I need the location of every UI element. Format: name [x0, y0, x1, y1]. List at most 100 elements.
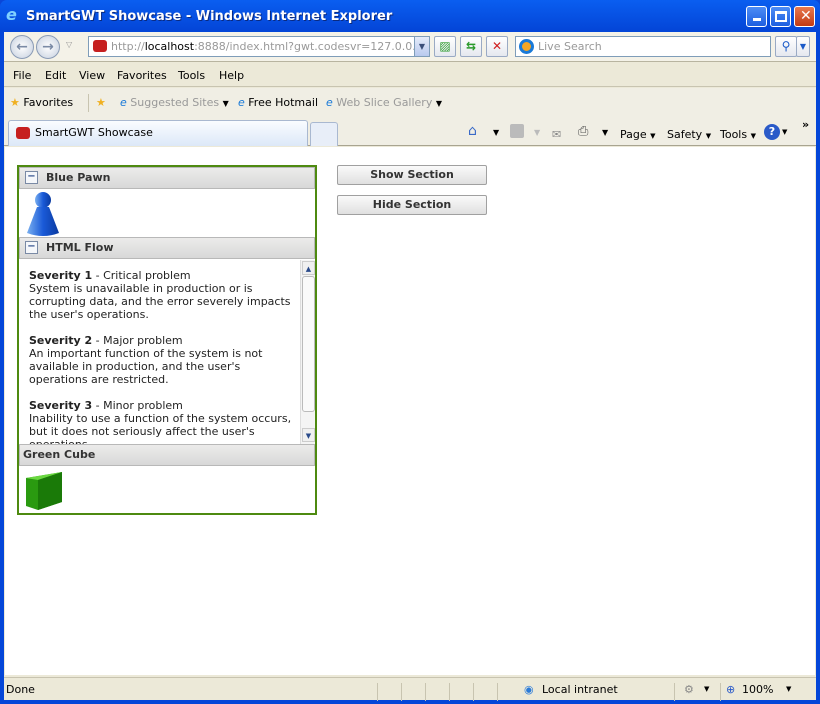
tab-smartgwt-showcase[interactable]: SmartGWT Showcase — [8, 120, 308, 146]
divider — [377, 683, 378, 701]
site-favicon-icon — [93, 40, 107, 52]
free-hotmail-link[interactable]: e Free Hotmail — [238, 96, 318, 109]
history-dropdown-icon[interactable]: ▽ — [66, 40, 72, 49]
zoom-level[interactable]: 100% — [742, 683, 773, 696]
read-mail-icon[interactable]: ✉ — [552, 128, 561, 141]
help-dropdown-icon[interactable]: ▼ — [782, 128, 787, 136]
divider — [449, 683, 450, 701]
page-label: Page — [620, 128, 647, 141]
address-host: localhost — [144, 40, 195, 53]
hide-section-button[interactable]: Hide Section — [337, 195, 487, 215]
severity-item: Severity 2 - Major problem An important f… — [29, 334, 299, 386]
compatibility-view-button[interactable]: ▨ — [434, 36, 456, 57]
maximize-button[interactable] — [770, 6, 791, 27]
print-dropdown-icon[interactable]: ▼ — [602, 128, 608, 137]
section-title: Blue Pawn — [46, 171, 111, 184]
menu-edit[interactable]: Edit — [45, 69, 66, 82]
back-button[interactable]: ← — [10, 35, 34, 59]
menu-favorites[interactable]: Favorites — [117, 69, 167, 82]
ie-logo-icon: e — [6, 5, 17, 24]
section-header-html-flow[interactable]: − HTML Flow — [19, 237, 315, 259]
status-text: Done — [6, 683, 35, 696]
scroll-up-button[interactable]: ▲ — [302, 261, 315, 275]
show-section-button[interactable]: Show Section — [337, 165, 487, 185]
page-menu[interactable]: Page ▼ — [620, 128, 656, 141]
free-hotmail-label: Free Hotmail — [248, 96, 319, 109]
divider — [425, 683, 426, 701]
browser-window: e SmartGWT Showcase - Windows Internet E… — [0, 0, 820, 704]
zoom-icon[interactable]: ⊕ — [726, 683, 735, 696]
severity-summary: - Minor problem — [92, 399, 183, 412]
suggested-sites-link[interactable]: e Suggested Sites ▼ — [120, 96, 229, 109]
refresh-button[interactable]: ⇆ — [460, 36, 482, 57]
title-bar: e SmartGWT Showcase - Windows Internet E… — [0, 0, 820, 32]
menu-tools[interactable]: Tools — [178, 69, 205, 82]
forward-button[interactable]: → — [36, 35, 60, 59]
print-icon[interactable]: ⎙ — [578, 124, 588, 139]
menu-view[interactable]: View — [79, 69, 105, 82]
section-header-green-cube[interactable]: Green Cube — [19, 444, 315, 466]
search-button[interactable]: ⚲ — [775, 36, 797, 57]
address-dropdown-button[interactable]: ▼ — [414, 36, 430, 57]
minimize-button[interactable] — [746, 6, 767, 27]
feeds-icon[interactable] — [510, 124, 524, 138]
severity-heading: Severity 2 — [29, 334, 93, 347]
divider — [401, 683, 402, 701]
new-tab-button[interactable] — [310, 122, 338, 146]
navigation-bar: ← → ▽ http://localhost:8888/index.html?g… — [4, 32, 816, 62]
browser-client: ← → ▽ http://localhost:8888/index.html?g… — [4, 32, 816, 701]
web-slice-gallery-link[interactable]: e Web Slice Gallery ▼ — [326, 96, 442, 109]
menu-bar: File Edit View Favorites Tools Help — [4, 63, 816, 87]
more-commands-button[interactable]: » — [802, 118, 809, 131]
severity-heading: Severity 1 — [29, 269, 93, 282]
divider — [88, 94, 89, 112]
safety-label: Safety — [667, 128, 703, 141]
severity-text: Severity 1 - Critical problem System is u… — [29, 269, 299, 444]
zoom-dropdown-icon[interactable]: ▼ — [786, 685, 791, 693]
scroll-down-button[interactable]: ▼ — [302, 428, 315, 442]
ie-page-icon: e — [238, 96, 245, 109]
scroll-thumb[interactable] — [302, 276, 315, 412]
address-rest: :8888/index.html?gwt.codesvr=127.0.0.1:9… — [194, 40, 430, 53]
severity-summary: - Major problem — [92, 334, 183, 347]
collapse-icon[interactable]: − — [25, 171, 38, 184]
protected-mode-icon[interactable]: ⚙ — [684, 683, 694, 696]
divider — [674, 683, 675, 701]
favorites-button[interactable]: ★ Favorites — [10, 96, 73, 109]
severity-item: Severity 3 - Minor problem Inability to u… — [29, 399, 299, 444]
address-bar[interactable]: http://localhost:8888/index.html?gwt.cod… — [88, 36, 430, 57]
blue-pawn-image — [27, 192, 59, 236]
protected-mode-dropdown-icon[interactable]: ▼ — [704, 685, 709, 693]
search-input[interactable]: Live Search — [515, 36, 771, 57]
close-window-button[interactable]: ✕ — [794, 6, 815, 27]
suggested-sites-label: Suggested Sites — [130, 96, 220, 109]
home-icon[interactable]: ⌂ — [468, 123, 477, 139]
divider — [720, 683, 721, 701]
site-favicon-icon — [16, 127, 30, 139]
severity-item: Severity 1 - Critical problem System is u… — [29, 269, 299, 321]
tools-menu[interactable]: Tools ▼ — [720, 128, 756, 141]
severity-summary: - Critical problem — [92, 269, 191, 282]
web-slice-gallery-label: Web Slice Gallery — [336, 96, 433, 109]
help-icon[interactable]: ? — [764, 124, 780, 140]
menu-file[interactable]: File — [13, 69, 31, 82]
intranet-zone-icon: ◉ — [524, 683, 534, 696]
window-title: SmartGWT Showcase - Windows Internet Exp… — [26, 9, 393, 24]
menu-help[interactable]: Help — [219, 69, 244, 82]
status-bar: Done ◉ Local intranet ⚙ ▼ ⊕ 100% ▼ — [4, 677, 816, 701]
html-flow-pane: Severity 1 - Critical problem System is u… — [19, 260, 315, 444]
safety-menu[interactable]: Safety ▼ — [667, 128, 711, 141]
bing-logo-icon — [519, 39, 534, 54]
tools-label: Tools — [720, 128, 748, 141]
feeds-dropdown-icon[interactable]: ▼ — [534, 128, 540, 137]
favorites-label: Favorites — [23, 96, 74, 109]
home-dropdown-icon[interactable]: ▼ — [493, 128, 499, 137]
vertical-scrollbar[interactable]: ▲ ▼ — [300, 260, 315, 444]
ie-page-icon: e — [120, 96, 127, 109]
section-header-blue-pawn[interactable]: − Blue Pawn — [19, 167, 315, 189]
green-cube-image — [26, 472, 62, 510]
search-options-button[interactable]: ▼ — [796, 36, 810, 57]
stop-button[interactable]: ✕ — [486, 36, 508, 57]
add-favorite-icon[interactable]: ★ — [96, 96, 106, 109]
collapse-icon[interactable]: − — [25, 241, 38, 254]
